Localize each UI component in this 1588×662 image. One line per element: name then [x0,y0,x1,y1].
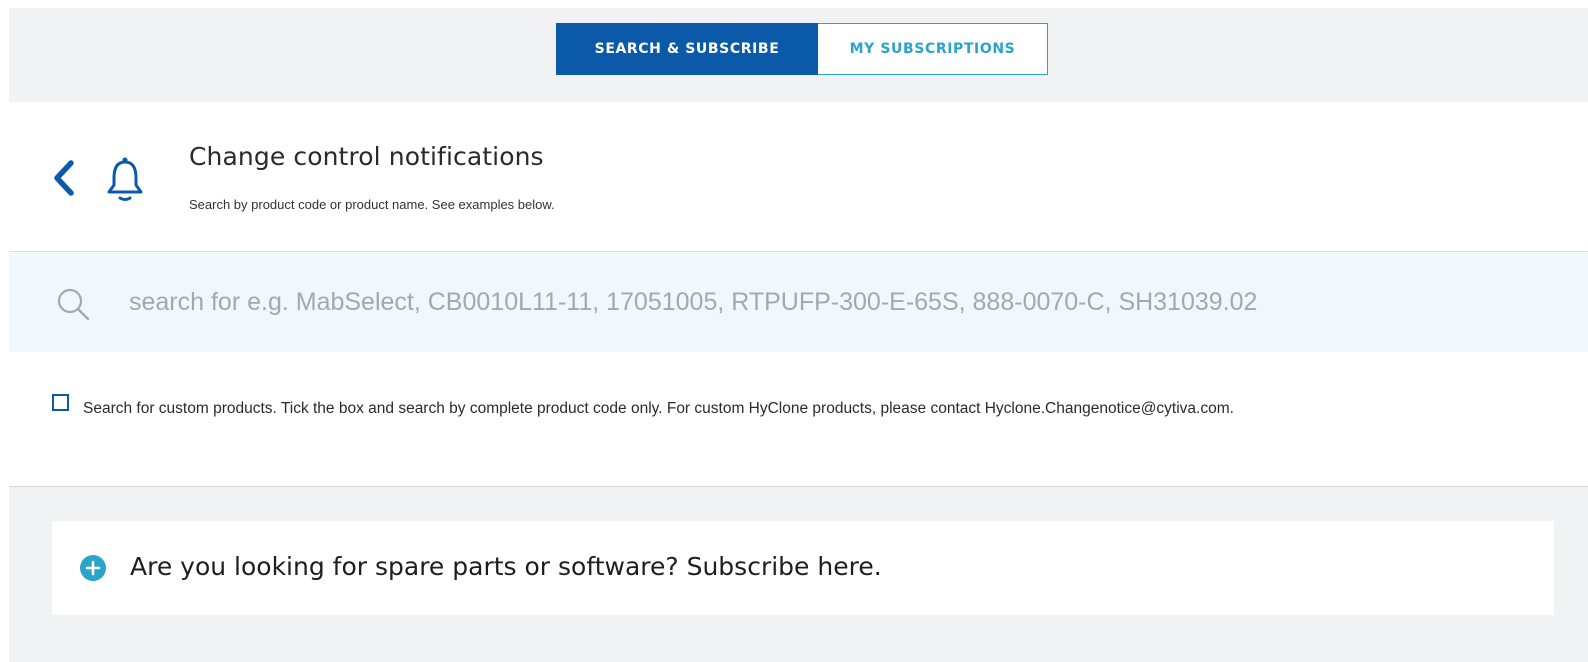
spare-parts-subscribe-link[interactable]: Are you looking for spare parts or softw… [52,521,1554,615]
lower-panel: Are you looking for spare parts or softw… [9,487,1588,662]
search-icon [57,288,90,321]
tab-search-subscribe-label: SEARCH & SUBSCRIBE [594,41,780,57]
tab-my-subscriptions[interactable]: MY SUBSCRIPTIONS [818,23,1048,75]
tab-search-subscribe[interactable]: SEARCH & SUBSCRIBE [556,23,818,75]
page-title: Change control notifications [189,142,544,171]
plus-circle-icon[interactable] [79,554,107,582]
spare-parts-text: Are you looking for spare parts or softw… [130,552,882,581]
search-input[interactable] [129,277,1549,327]
search-bar [9,252,1588,352]
chevron-left-icon[interactable] [49,158,77,198]
page-subtitle: Search by product code or product name. … [189,197,555,212]
page: SEARCH & SUBSCRIBE MY SUBSCRIPTIONS Chan… [9,8,1588,662]
bell-icon [107,157,143,201]
tab-my-subscriptions-label: MY SUBSCRIPTIONS [849,41,1016,57]
custom-products-label: Search for custom products. Tick the box… [83,400,1234,417]
tab-bar: SEARCH & SUBSCRIBE MY SUBSCRIPTIONS [9,8,1588,102]
